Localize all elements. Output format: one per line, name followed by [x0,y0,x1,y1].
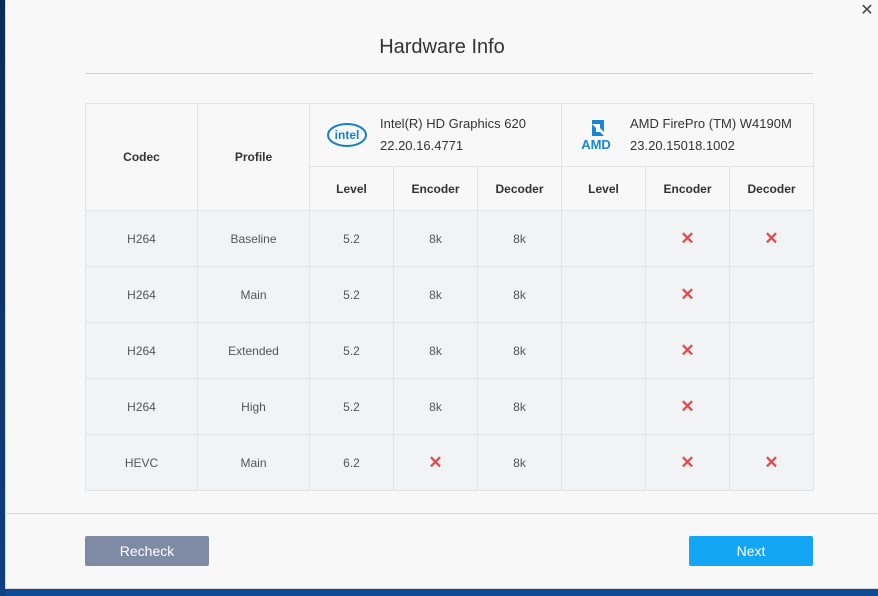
amd-decoder-header: Decoder [729,166,815,211]
profile-cell: Main [197,434,310,491]
gpu-header-amd: AMD AMD FirePro (TM) W4190M 23.20.15018.… [561,103,815,167]
intel-decoder-cell: 8k [476,322,563,379]
table-row: H264 Main 5.2 8k 8k ✕ [85,266,815,323]
codec-cell: H264 [85,322,198,379]
hardware-info-dialog: ✕ Hardware Info Codec Profile intel Inte… [6,0,878,588]
gpu-version-amd: 23.20.15018.1002 [630,138,735,153]
amd-level-header: Level [561,166,647,211]
amd-decoder-cell [729,378,815,435]
gpu-version-intel: 22.20.16.4771 [380,138,464,153]
intel-encoder-cell: 8k [393,266,478,323]
intel-decoder-cell: 8k [476,210,563,267]
gpu-name-intel: Intel(R) HD Graphics 620 [380,116,526,131]
codec-cell: H264 [85,378,198,435]
table-row: H264 Extended 5.2 8k 8k ✕ [85,322,815,379]
recheck-button[interactable]: Recheck [85,536,209,566]
intel-encoder-cell: 8k [393,378,478,435]
title-divider [85,73,813,74]
svg-text:AMD: AMD [581,137,611,152]
intel-decoder-cell: 8k [476,434,563,491]
profile-cell: Baseline [197,210,310,267]
next-button[interactable]: Next [689,536,813,566]
intel-encoder-header: Encoder [393,166,478,211]
codec-cell: HEVC [85,434,198,491]
amd-decoder-cell [729,322,815,379]
hardware-table: Codec Profile intel Intel(R) HD Graphics… [85,103,815,491]
amd-decoder-cell [729,266,815,323]
amd-level-cell [561,322,647,379]
amd-encoder-header: Encoder [645,166,731,211]
table-row: H264 Baseline 5.2 8k 8k ✕ ✕ [85,210,815,267]
profile-cell: Extended [197,322,310,379]
codec-header: Codec [85,103,198,211]
footer-divider [6,513,878,514]
amd-encoder-cell-unsupported: ✕ [645,434,731,491]
intel-decoder-cell: 8k [476,378,563,435]
dialog-title: Hardware Info [379,36,505,58]
amd-encoder-cell-unsupported: ✕ [645,322,731,379]
table-row: HEVC Main 6.2 ✕ 8k ✕ ✕ [85,434,815,491]
profile-cell: Main [197,266,310,323]
amd-encoder-cell-unsupported: ✕ [645,266,731,323]
intel-encoder-cell-unsupported: ✕ [393,434,478,491]
gpu-name-amd: AMD FirePro (TM) W4190M [630,116,792,131]
svg-text:intel: intel [335,128,360,142]
amd-logo-icon: AMD [581,120,611,152]
amd-decoder-cell-unsupported: ✕ [729,210,815,267]
gpu-header-intel: intel Intel(R) HD Graphics 620 22.20.16.… [308,103,563,167]
codec-cell: H264 [85,266,198,323]
amd-level-cell [561,266,647,323]
amd-decoder-cell-unsupported: ✕ [729,434,815,491]
profile-cell: High [197,378,310,435]
amd-level-cell [561,434,647,491]
intel-level-cell: 5.2 [309,210,394,267]
amd-level-cell [561,378,647,435]
amd-encoder-cell-unsupported: ✕ [645,210,731,267]
intel-decoder-cell: 8k [476,266,563,323]
intel-decoder-header: Decoder [476,166,563,211]
profile-header: Profile [197,103,310,211]
codec-cell: H264 [85,210,198,267]
close-icon[interactable]: ✕ [856,0,878,22]
intel-encoder-cell: 8k [393,322,478,379]
amd-level-cell [561,210,647,267]
amd-encoder-cell-unsupported: ✕ [645,378,731,435]
intel-level-header: Level [309,166,394,211]
intel-level-cell: 6.2 [309,434,394,491]
intel-level-cell: 5.2 [309,378,394,435]
intel-level-cell: 5.2 [309,266,394,323]
intel-level-cell: 5.2 [309,322,394,379]
intel-encoder-cell: 8k [393,210,478,267]
intel-logo-icon: intel [327,123,367,147]
table-row: H264 High 5.2 8k 8k ✕ [85,378,815,435]
